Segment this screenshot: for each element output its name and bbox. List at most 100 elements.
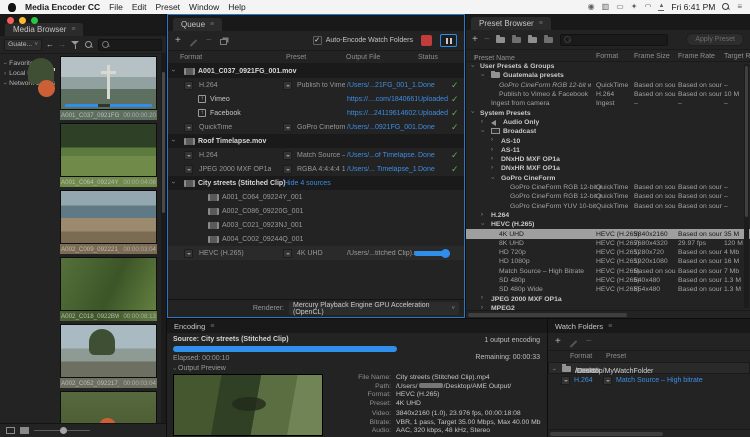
preset-search-input[interactable]	[560, 34, 668, 46]
add-source-button[interactable]: +	[175, 36, 181, 46]
preset-row[interactable]: › DNxHD MXF OP1a	[466, 155, 750, 164]
format-dropdown[interactable]	[184, 123, 193, 132]
export-preset-icon[interactable]	[544, 36, 554, 44]
preset-row[interactable]: › Broadcast	[466, 127, 750, 136]
back-button[interactable]: ←	[46, 40, 54, 49]
preset-row[interactable]: Match Source – High Bitrate HEVC (H.265)…	[466, 267, 750, 276]
apple-menu-icon[interactable]	[8, 3, 16, 12]
tree-chevron-icon[interactable]: ›	[491, 147, 493, 153]
edit-button[interactable]	[189, 38, 198, 44]
chevron-right-icon[interactable]: ›	[4, 70, 6, 77]
preset-row[interactable]: › GoPro CineForm	[466, 174, 750, 183]
panel-menu-icon[interactable]: ≡	[608, 323, 612, 330]
watch-folder-output-row[interactable]: H.264 Match Source – High bitrate	[548, 374, 750, 386]
output-file-link[interactable]: /Users/...21FG_001_1.mp4	[347, 82, 417, 89]
renderer-dropdown[interactable]: Mercury Playback Engine GPU Acceleration…	[289, 302, 459, 315]
tab-queue[interactable]: Queue ≡	[173, 18, 222, 31]
output-preview-toggle[interactable]: › Output Preview	[173, 365, 541, 372]
format-dropdown[interactable]	[184, 151, 193, 160]
watch-folder-row[interactable]: › /Users//Desktop/MyWatchFolder	[548, 362, 750, 374]
menu-preset[interactable]: Preset	[155, 2, 180, 12]
preset-row[interactable]: 4K UHD HEVC (H.265) 3840x2160 Based on s…	[466, 229, 750, 238]
queue-row[interactable]: › City streets (Stitched Clip) Hide 4 so…	[168, 176, 464, 190]
panel-menu-icon[interactable]: ≡	[71, 26, 75, 33]
tree-chevron-icon[interactable]: ›	[481, 119, 483, 125]
queue-row[interactable]: A002_C086_09220G_001	[168, 204, 464, 218]
preset-dropdown[interactable]	[283, 81, 292, 90]
apply-preset-button[interactable]: Apply Preset	[686, 33, 744, 46]
wifi-icon[interactable]: ◠	[644, 3, 651, 11]
thumbnail-size-slider[interactable]	[34, 430, 90, 431]
preset-settings-icon[interactable]	[512, 36, 522, 44]
remove-button[interactable]: −	[206, 36, 212, 46]
media-thumbnail[interactable]	[60, 391, 157, 423]
duplicate-button[interactable]	[220, 36, 227, 45]
format-dropdown[interactable]	[184, 165, 193, 174]
column-format[interactable]: Format	[180, 54, 202, 61]
chevron-down-icon[interactable]: ›	[2, 62, 9, 64]
tree-chevron-icon[interactable]: ›	[481, 212, 483, 218]
media-thumbnail[interactable]: A002_C018_0922BW_... 00:00:08:13	[60, 257, 157, 321]
expand-chevron-icon[interactable]: ›	[170, 69, 177, 71]
tree-chevron-icon[interactable]: ›	[491, 165, 493, 171]
preset-row[interactable]: › JPEG 2000 MXF OP1a	[466, 294, 750, 303]
menu-edit[interactable]: Edit	[132, 2, 147, 12]
preset-row[interactable]: Ingest from camera Ingest – – –	[466, 99, 750, 108]
tree-chevron-icon[interactable]: ›	[481, 295, 483, 301]
preset-row[interactable]: GoPro CineForm YUV 10-bit QuickTime Base…	[466, 201, 750, 210]
format-dropdown[interactable]	[561, 376, 570, 385]
preset-row[interactable]: HD 720p HEVC (H.265) 1280x720 Based on s…	[466, 248, 750, 257]
menu-list-icon[interactable]: ≡	[737, 3, 742, 11]
remove-watch-folder-button[interactable]: −	[586, 337, 592, 347]
column-format[interactable]: Format	[570, 353, 592, 360]
format-dropdown[interactable]	[184, 249, 193, 258]
menu-clock[interactable]: Fri 6:41 PM	[671, 2, 715, 12]
auto-encode-checkbox[interactable]: ✓	[313, 36, 322, 45]
queue-row[interactable]: A001_C064_09224Y_001	[168, 190, 464, 204]
output-file-link[interactable]: https://...24119614602283	[347, 110, 417, 117]
preset-row[interactable]: HD 1080p HEVC (H.265) 1920x1080 Based on…	[466, 257, 750, 266]
preset-row[interactable]: › DNxHR MXF OP1a	[466, 164, 750, 173]
queue-row[interactable]: ↑ Facebook https://...24119614602283 Upl…	[168, 106, 464, 120]
column-status[interactable]: Status	[418, 54, 438, 61]
thumbnail-view-icon[interactable]	[20, 427, 29, 434]
preset-vertical-scrollbar[interactable]	[744, 64, 749, 308]
media-search-input[interactable]	[98, 39, 162, 51]
chevron-down-icon[interactable]: ›	[551, 368, 558, 370]
new-group-icon[interactable]	[496, 36, 506, 44]
panel-menu-icon[interactable]: ≡	[210, 21, 214, 28]
minimize-window-button[interactable]	[19, 17, 26, 24]
output-file-link[interactable]: /Users/... Timelapse_1.mxf	[347, 166, 417, 173]
preset-row[interactable]: GoPro CineForm RGB 12-bit with alpha (Al…	[466, 81, 750, 90]
queue-row[interactable]: HEVC (H.265) 4K UHD /Users/...titched Cl…	[168, 246, 464, 260]
preset-row[interactable]: › User Presets & Groups	[466, 62, 750, 71]
queue-row[interactable]: › A001_C037_0921FG_001.mov	[168, 64, 464, 78]
output-file-link[interactable]: /Users/...0921FG_001.mov	[347, 124, 417, 131]
create-preset-button[interactable]: +	[472, 35, 478, 45]
edit-watch-folder-button[interactable]	[569, 339, 578, 345]
preset-dropdown[interactable]	[283, 249, 292, 258]
zoom-window-button[interactable]	[31, 17, 38, 24]
tree-chevron-icon[interactable]: ›	[491, 156, 493, 162]
expand-chevron-icon[interactable]: ›	[170, 139, 177, 141]
queue-row[interactable]: A003_C021_0923NJ_001	[168, 218, 464, 232]
hide-sources-link[interactable]: Hide 4 sources	[284, 180, 331, 187]
source-dropdown[interactable]: Guate... ˅	[4, 39, 42, 51]
import-preset-icon[interactable]	[528, 36, 538, 44]
queue-row[interactable]: QuickTime GoPro Cineform RGB 12... /User…	[168, 120, 464, 134]
close-window-button[interactable]	[7, 17, 14, 24]
format-dropdown[interactable]	[184, 81, 193, 90]
slider-knob[interactable]	[60, 427, 67, 434]
queue-row[interactable]: A004_C002_09244Q_001	[168, 232, 464, 246]
preset-row[interactable]: GoPro CineForm RGB 12-bit with alpha Qui…	[466, 183, 750, 192]
tree-chevron-icon[interactable]: ›	[469, 111, 475, 113]
expand-chevron-icon[interactable]: ›	[170, 181, 177, 183]
column-format[interactable]: Format	[596, 53, 618, 60]
preset-row[interactable]: SD 480p HEVC (H.265) 640x480 Based on so…	[466, 276, 750, 285]
chat-icon[interactable]: ▥	[602, 3, 610, 11]
preset-dropdown[interactable]	[283, 123, 292, 132]
preset-dropdown[interactable]	[283, 165, 292, 174]
forward-button[interactable]: →	[58, 40, 66, 49]
preset-row[interactable]: 8K UHD HEVC (H.265) 7680x4320 29.97 fps …	[466, 239, 750, 248]
preset-row[interactable]: › Guatemala presets	[466, 71, 750, 80]
